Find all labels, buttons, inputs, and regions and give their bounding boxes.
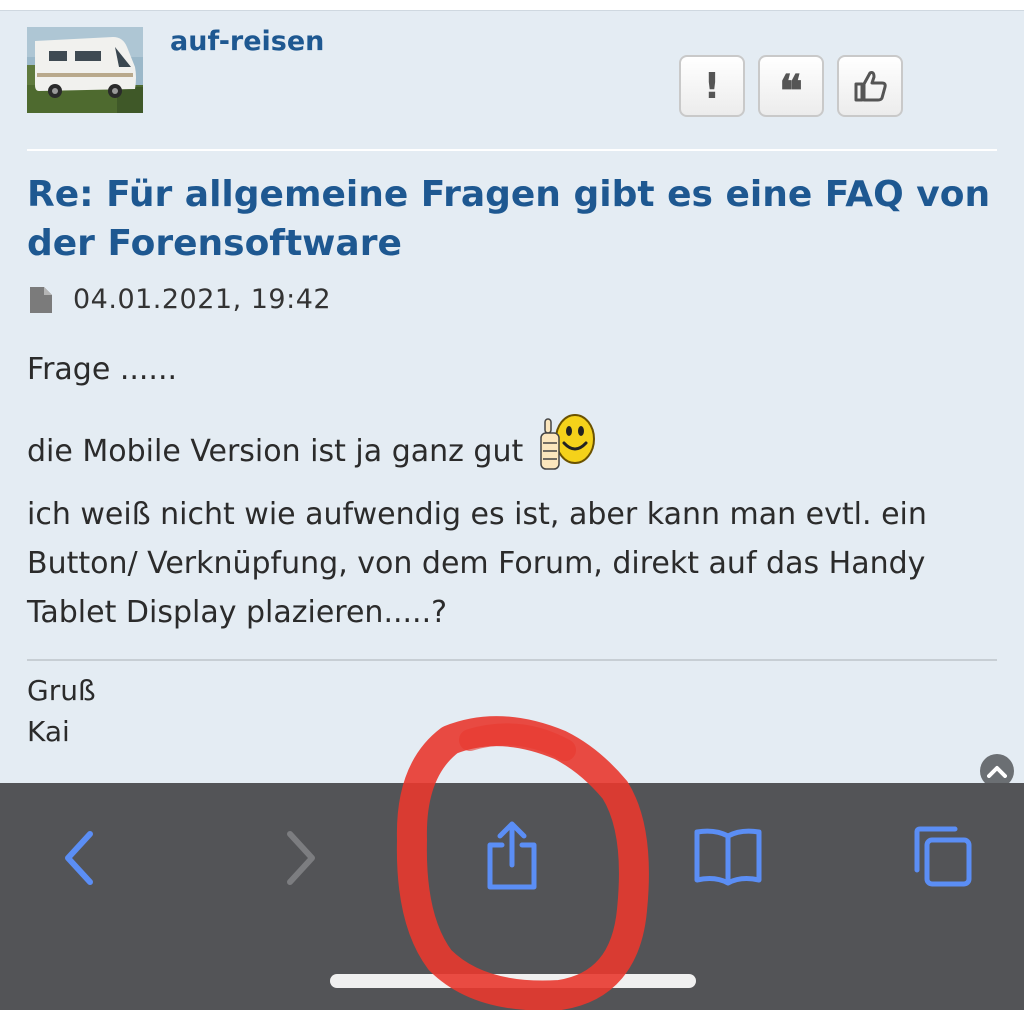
exclamation-icon: !: [703, 65, 721, 107]
document-icon: [30, 286, 52, 313]
back-button[interactable]: [48, 823, 112, 893]
chevron-up-icon: [987, 766, 1007, 778]
forward-button[interactable]: [268, 823, 332, 893]
post-meta: 04.01.2021, 19:42: [29, 284, 331, 315]
header-divider: [27, 149, 997, 151]
signature: Gruß Kai: [27, 670, 96, 752]
body-line-question: Frage ......: [27, 352, 178, 387]
signature-name: Kai: [27, 715, 70, 748]
body-paragraph: die Mobile Version ist ja ganz gut ich w…: [27, 405, 1002, 637]
forward-icon: [287, 831, 315, 885]
tabs-icon: [914, 826, 972, 887]
tabs-button[interactable]: [902, 819, 982, 895]
like-button[interactable]: [837, 55, 903, 117]
post-title[interactable]: Re: Für allgemeine Fragen gibt es eine F…: [27, 170, 997, 268]
share-button[interactable]: [472, 815, 552, 895]
username-link[interactable]: auf-reisen: [170, 26, 324, 57]
motorhome-photo: [27, 27, 143, 113]
report-button[interactable]: !: [679, 55, 745, 117]
back-icon: [65, 831, 93, 885]
body-line-mobile: die Mobile Version ist ja ganz gut: [27, 434, 524, 469]
bookmarks-icon: [694, 828, 762, 886]
bookmarks-button[interactable]: [688, 821, 768, 891]
avatar[interactable]: [27, 27, 143, 113]
home-indicator: [330, 974, 696, 988]
share-icon: [487, 821, 537, 890]
signature-divider: [27, 659, 997, 661]
signature-greeting: Gruß: [27, 674, 96, 707]
quote-icon: ❝: [779, 66, 803, 117]
body-line-request: ich weiß nicht wie aufwendig es ist, abe…: [27, 497, 927, 630]
top-edge: [0, 0, 1024, 11]
post-content: Frage ...... die Mobile Version ist ja g…: [27, 345, 1002, 637]
thumbs-up-icon: [854, 71, 887, 102]
quote-button[interactable]: ❝: [758, 55, 824, 117]
browser-toolbar: [0, 783, 1024, 1010]
thumbs-up-smiley-icon: [539, 405, 595, 490]
post-date: 04.01.2021, 19:42: [73, 284, 332, 315]
